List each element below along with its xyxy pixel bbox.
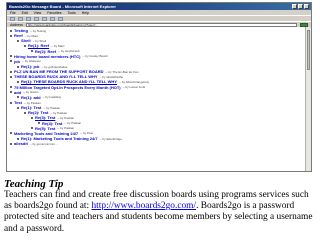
thread-meta: -- by Marc <box>51 43 65 48</box>
thread-title[interactable]: Re(1): Marketing Tools and Training 24/7 <box>21 136 98 141</box>
bullet-icon <box>17 106 19 109</box>
bullet-icon <box>10 29 12 32</box>
thread-meta: -- by Shell <box>32 38 47 43</box>
thread-meta: -- by The Ex-Ban Ex Fan <box>105 69 139 74</box>
boards2go-link[interactable]: http://www.boards2go.com/ <box>91 201 196 211</box>
bullet-icon <box>31 116 33 119</box>
thread-title[interactable]: allesdit <box>14 141 28 146</box>
teaching-tip-body: Teachers can find and create free discus… <box>4 190 316 235</box>
bullet-icon <box>10 75 12 78</box>
menu-file[interactable]: File <box>10 11 16 15</box>
menu-favorites[interactable]: Favorites <box>47 11 61 15</box>
bullet-icon <box>38 122 40 125</box>
message-board-list: Testing -- by Testing Reef -- by Marc Shel… <box>7 27 305 171</box>
scrollbar-thumb[interactable] <box>307 30 310 70</box>
refresh-button[interactable] <box>34 16 39 21</box>
bullet-icon <box>17 137 19 140</box>
bullet-icon <box>10 101 12 104</box>
bullet-icon <box>17 65 19 68</box>
thread-title[interactable]: Hiring home board members (HTC) <box>14 54 80 59</box>
thread-meta: -- by Paskan <box>50 110 68 115</box>
thread-meta: -- by AlbertOrangeGuy <box>119 79 150 84</box>
browser-window: Boards2Go Message Board - Microsoft Inte… <box>6 2 312 172</box>
menu-help[interactable]: Help <box>82 11 89 15</box>
thread-meta: -- by Lamar Jenk <box>122 85 146 90</box>
thread-meta: -- by Paskan <box>23 100 41 105</box>
address-label: Address <box>10 22 23 27</box>
window-controls <box>292 4 309 9</box>
thread-title[interactable]: 75 Million Targeted Opt-In Prospects Eve… <box>14 85 121 90</box>
back-button[interactable] <box>10 16 15 21</box>
thread-meta: -- by stephanieb <box>58 49 80 54</box>
bullet-icon <box>10 34 12 37</box>
thread-meta: -- by Cooley Board <box>82 54 108 59</box>
bullet-icon <box>24 44 26 47</box>
window-title: Boards2Go Message Board - Microsoft Inte… <box>9 4 116 9</box>
bullet-icon <box>17 80 19 83</box>
go-button[interactable] <box>300 22 308 27</box>
thread-meta: -- by Pete <box>80 131 94 136</box>
bullet-icon <box>10 60 12 63</box>
bullet-icon <box>10 91 12 94</box>
maximize-button[interactable] <box>298 4 303 9</box>
thread-meta: -- by Paskan <box>64 121 82 126</box>
bullet-icon <box>17 96 19 99</box>
bullet-icon <box>31 50 33 53</box>
thread-meta: -- by gummmmmm... <box>29 141 58 146</box>
vertical-scrollbar[interactable] <box>305 27 311 171</box>
home-button[interactable] <box>42 16 47 21</box>
bullet-icon <box>10 70 12 73</box>
forward-button[interactable] <box>18 16 23 21</box>
menu-tools[interactable]: Tools <box>68 11 76 15</box>
thread-meta: -- by Hsutin <box>23 90 39 95</box>
bullet-icon <box>17 39 19 42</box>
thread-meta: -- by Testing <box>29 28 47 33</box>
menu-view[interactable]: View <box>34 11 42 15</box>
bullet-icon <box>10 142 12 145</box>
teaching-tip-heading: Teaching Tip <box>4 178 64 190</box>
bullet-icon <box>24 111 26 114</box>
thread-meta: -- by Paskan <box>43 105 61 110</box>
bullet-icon <box>10 55 12 58</box>
browser-titlebar: Boards2Go Message Board - Microsoft Inte… <box>7 3 311 10</box>
bullet-icon <box>10 132 12 135</box>
thread-meta: -- by Inadding <box>42 95 61 100</box>
thread-title[interactable]: Re(1): add <box>21 95 41 100</box>
favorites-button[interactable] <box>58 16 63 21</box>
thread-meta: -- by Paskan <box>57 126 75 131</box>
bullet-icon <box>31 127 33 130</box>
address-input[interactable]: http://www.boards2go.com/boards/board.cg… <box>25 22 297 27</box>
thread-row[interactable]: allesdit -- by gummmmmm... <box>7 141 305 146</box>
close-button[interactable] <box>304 4 309 9</box>
thread-title[interactable]: job <box>14 59 20 64</box>
thread-meta: -- by gofinanshalive <box>41 64 68 69</box>
menu-edit[interactable]: Edit <box>22 11 28 15</box>
minimize-button[interactable] <box>292 4 297 9</box>
thread-meta: -- by whatever <box>22 59 42 64</box>
thread-meta: -- by Edenbridge <box>99 136 122 141</box>
search-button[interactable] <box>50 16 55 21</box>
thread-meta: -- by whatsthisthe <box>99 74 124 79</box>
stop-button[interactable] <box>26 16 31 21</box>
bullet-icon <box>10 86 12 89</box>
thread-meta: -- by Marc <box>24 33 39 38</box>
thread-meta: -- by Paskan <box>57 115 75 120</box>
